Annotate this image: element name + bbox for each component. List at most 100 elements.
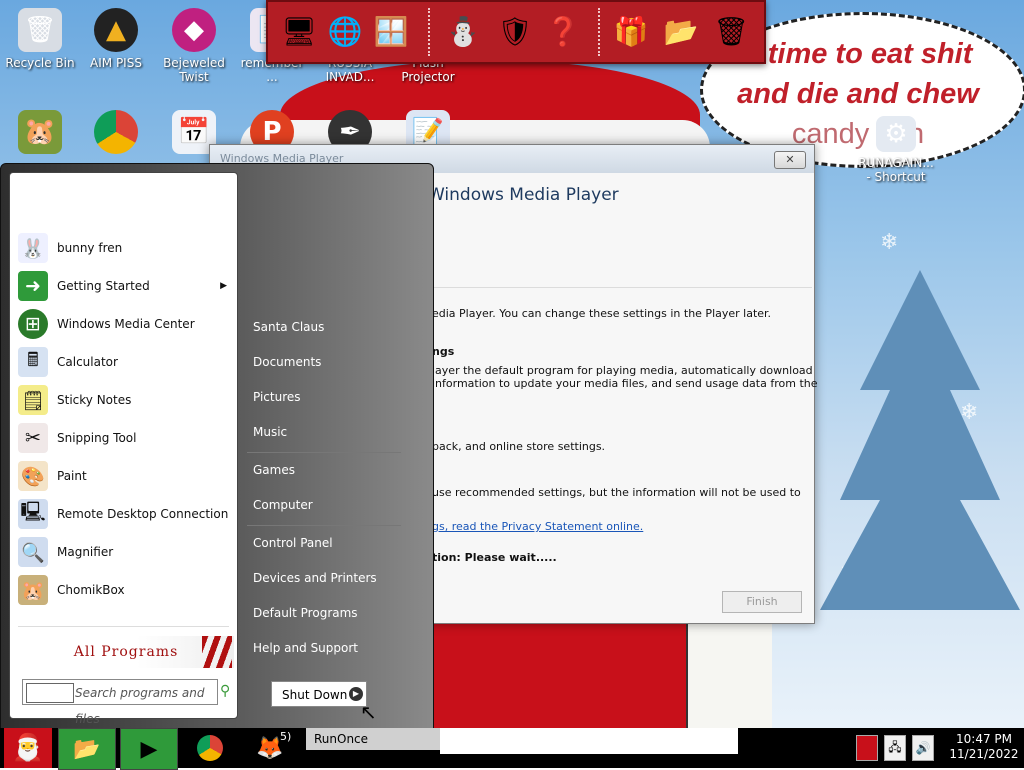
- start-link-documents[interactable]: Documents: [253, 355, 321, 369]
- mouse-cursor-icon: ↖: [360, 700, 377, 724]
- wmp-text-line: use recommended settings, but the inform…: [432, 486, 801, 499]
- submenu-arrow-icon: ▶: [220, 281, 227, 291]
- network-icon[interactable]: 🖧: [884, 735, 906, 761]
- start-link-games[interactable]: Games: [253, 463, 295, 477]
- wmp-text-line: information to update your media files, …: [432, 377, 818, 390]
- wmp-status-text: tion: Please wait.....: [432, 551, 557, 564]
- hamster-icon: 🐹: [18, 575, 48, 605]
- shut-down-button[interactable]: Shut Down ▶: [271, 681, 367, 707]
- program-item-remote-desktop[interactable]: 🖳 Remote Desktop Connection: [18, 497, 233, 531]
- desktop-icon-label: Bejeweled Twist: [163, 56, 225, 84]
- search-icon[interactable]: ⚲: [220, 683, 230, 699]
- getting-started-icon: ➜: [18, 271, 48, 301]
- start-link-computer[interactable]: Computer: [253, 498, 313, 512]
- program-item-chomikbox[interactable]: 🐹 ChomikBox: [18, 573, 233, 607]
- start-link-music[interactable]: Music: [253, 425, 287, 439]
- search-input[interactable]: Search programs and files: [22, 679, 218, 726]
- program-label: bunny fren: [57, 241, 123, 255]
- desktop-icon-label: RUNAGAIN... - Shortcut: [858, 156, 934, 184]
- chrome-icon: [94, 110, 138, 154]
- start-menu-separator: [247, 525, 401, 526]
- program-label: Calculator: [57, 355, 118, 369]
- taskbar-folder-button[interactable]: 📂: [58, 728, 116, 770]
- bejeweled-icon: ◆: [172, 8, 216, 52]
- scissors-icon: ✂: [18, 423, 48, 453]
- start-link-control-panel[interactable]: Control Panel: [253, 536, 333, 550]
- stripes-decoration: [202, 636, 232, 668]
- taskbar-media-button[interactable]: ▶: [120, 728, 178, 770]
- desktop-icon-chomikbox[interactable]: 🐹: [2, 110, 78, 158]
- gear-icon: ⚙: [876, 116, 916, 152]
- aim-icon: ▲: [94, 8, 138, 52]
- all-programs-button[interactable]: All Programs: [18, 636, 234, 668]
- shield-icon[interactable]: 🛡: [492, 8, 538, 54]
- wmp-text-line: layer the default program for playing me…: [432, 364, 813, 377]
- finish-button[interactable]: Finish: [722, 591, 802, 613]
- wmp-text-line: back, and online store settings.: [432, 440, 606, 453]
- program-label: Paint: [57, 469, 87, 483]
- red-wallpaper-shape: [430, 620, 690, 728]
- desktop-icon-label: AIM PISS: [90, 56, 142, 70]
- desktop-icon-runagain[interactable]: ⚙ RUNAGAIN... - Shortcut: [858, 116, 934, 184]
- start-link-santa-claus[interactable]: Santa Claus: [253, 320, 324, 334]
- folder-icon[interactable]: 📂: [658, 8, 704, 54]
- program-label: Remote Desktop Connection: [57, 507, 229, 521]
- snowman-icon[interactable]: ⛄: [440, 8, 486, 54]
- globe-icon[interactable]: 🌐: [322, 8, 368, 54]
- bunny-icon: 🐰: [18, 233, 48, 263]
- white-wallpaper-shape: [686, 620, 772, 728]
- start-link-default-programs[interactable]: Default Programs: [253, 606, 358, 620]
- program-label: Windows Media Center: [57, 317, 195, 331]
- quick-launch-toolbar: 🖥 🌐 🪟 ⛄ 🛡 ❓ 🎁 📂 🗑: [266, 0, 766, 64]
- chrome-icon: [197, 735, 223, 761]
- program-item-windows-media-center[interactable]: ⊞ Windows Media Center: [18, 307, 233, 341]
- program-item-sticky-notes[interactable]: 🗒 Sticky Notes: [18, 383, 233, 417]
- start-button[interactable]: 🎅: [4, 728, 52, 768]
- taskbar: 🎅 📂 ▶ 🦊 5) RunOnce 🖧 🔊 10:47 PM 11/21/20…: [0, 728, 1024, 770]
- hamster-icon: 🐹: [18, 110, 62, 154]
- desktop-icon-aim[interactable]: ▲ AIM PISS: [78, 8, 154, 70]
- search-input-field[interactable]: [26, 683, 74, 703]
- desktop-icon-bejeweled[interactable]: ◆ Bejeweled Twist: [156, 8, 232, 84]
- toolbar-separator: [428, 8, 430, 56]
- taskbar-blank-area: [440, 728, 738, 754]
- close-button[interactable]: ✕: [774, 151, 806, 169]
- santa-icon: 🎅: [11, 733, 45, 763]
- wmp-section-heading: ngs: [432, 345, 455, 358]
- clock-time: 10:47 PM: [956, 732, 1012, 746]
- tray-flag-icon[interactable]: [856, 735, 878, 761]
- close-icon: ✕: [785, 153, 795, 166]
- desktop-icon-recycle-bin[interactable]: 🗑 Recycle Bin: [2, 8, 78, 70]
- search-placeholder: Search programs and files: [75, 686, 205, 726]
- taskbar-badge: 5): [280, 730, 292, 743]
- system-tray: 🖧 🔊: [856, 728, 942, 768]
- wmp-heading: Windows Media Player: [428, 185, 619, 205]
- shutdown-options-arrow-icon[interactable]: ▶: [349, 687, 363, 701]
- program-item-getting-started[interactable]: ➜ Getting Started ▶: [18, 269, 233, 303]
- program-label: ChomikBox: [57, 583, 125, 597]
- start-link-devices-printers[interactable]: Devices and Printers: [253, 571, 377, 585]
- program-item-paint[interactable]: 🎨 Paint: [18, 459, 233, 493]
- christmas-tree-wallpaper: [820, 270, 1020, 610]
- media-center-icon: ⊞: [18, 309, 48, 339]
- program-item-calculator[interactable]: 🖩 Calculator: [18, 345, 233, 379]
- program-item-bunny-fren[interactable]: 🐰 bunny fren: [18, 231, 233, 265]
- start-link-help-support[interactable]: Help and Support: [253, 641, 358, 655]
- start-link-pictures[interactable]: Pictures: [253, 390, 301, 404]
- program-label: Snipping Tool: [57, 431, 137, 445]
- program-item-magnifier[interactable]: 🔍 Magnifier: [18, 535, 233, 569]
- screen-settings-icon[interactable]: 🪟: [368, 8, 414, 54]
- help-icon[interactable]: ❓: [540, 8, 586, 54]
- taskbar-clock[interactable]: 10:47 PM 11/21/2022: [944, 728, 1024, 768]
- taskbar-chrome-button[interactable]: [190, 728, 230, 768]
- desktop-icon-chrome[interactable]: [78, 110, 154, 158]
- santa-computer-icon[interactable]: 🖥: [276, 8, 322, 54]
- gift-icon[interactable]: 🎁: [608, 8, 654, 54]
- privacy-statement-link[interactable]: gs, read the Privacy Statement online.: [432, 520, 802, 533]
- recycle-bin-icon[interactable]: 🗑: [708, 8, 754, 54]
- program-item-snipping-tool[interactable]: ✂ Snipping Tool: [18, 421, 233, 455]
- program-label: Getting Started: [57, 279, 150, 293]
- start-menu: 🐰 bunny fren ➜ Getting Started ▶ ⊞ Windo…: [0, 163, 434, 730]
- volume-icon[interactable]: 🔊: [912, 735, 934, 761]
- taskbar-runonce-button[interactable]: RunOnce: [306, 728, 440, 750]
